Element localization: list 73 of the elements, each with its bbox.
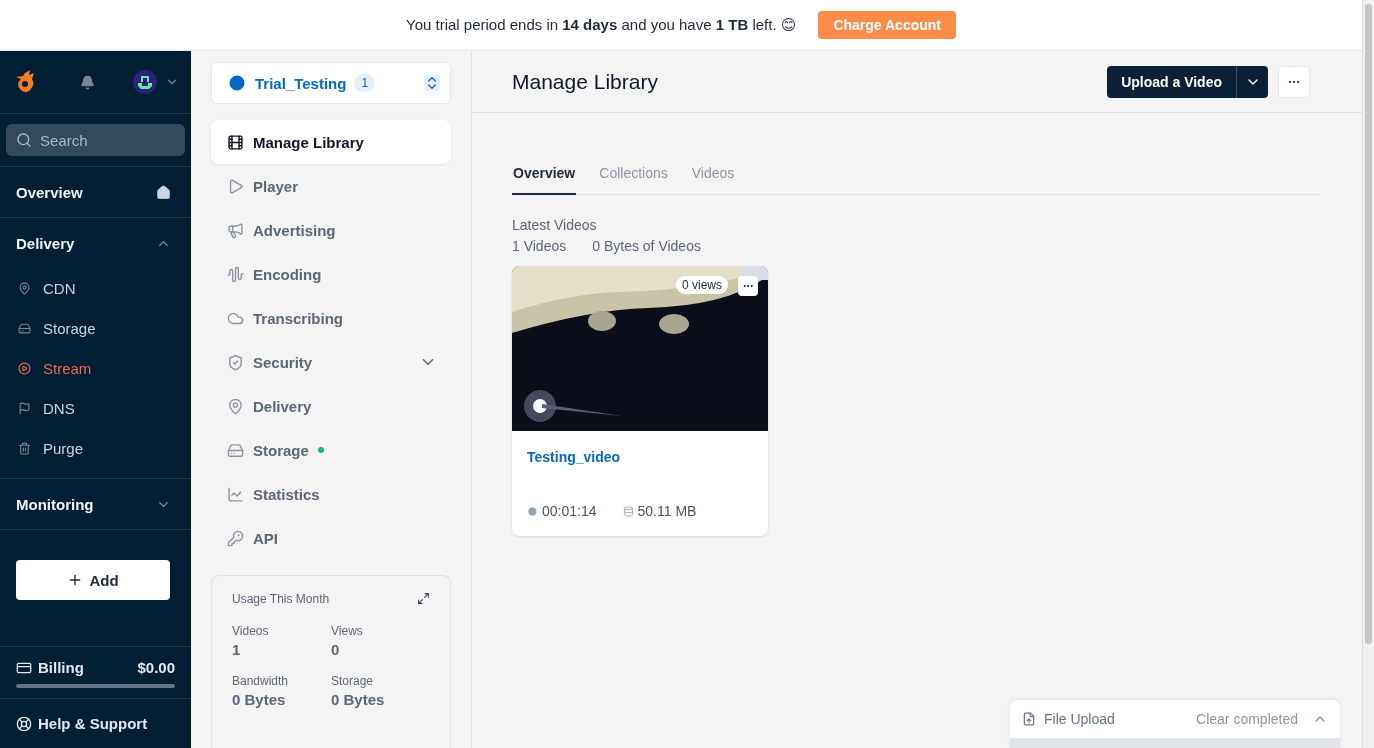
trial-message: You trial period ends in 14 days and you have 1 TB left. 😊 [406,16,797,34]
nav-section[interactable]: Overview [0,166,191,217]
panel-title: File Upload [1044,711,1115,727]
more-button[interactable] [738,276,758,296]
billing-amount: $0.00 [137,659,175,676]
help-link[interactable]: Help & Support [0,698,191,748]
map-pin-icon [227,397,244,415]
upload-video-button[interactable]: Upload a Video [1107,65,1236,98]
nav-section[interactable]: Monitoring [0,478,191,529]
search-field[interactable]: Search [6,124,185,156]
nav-item[interactable]: Stream [0,348,191,388]
stat-label: Storage [331,674,375,688]
menu-item[interactable]: Security [211,340,451,384]
menu-item[interactable]: Manage Library [211,120,451,164]
shield-icon [227,353,244,371]
menu-item[interactable]: Storage [211,428,451,472]
menu-item[interactable]: API [211,516,451,560]
nav-item[interactable]: CDN [0,268,191,308]
stat-label: Videos [232,624,270,638]
avatar-icon[interactable] [133,70,157,94]
bell-icon[interactable] [80,74,95,90]
waveform-icon [227,265,244,283]
clear-completed-button[interactable]: Clear completed [1190,710,1304,728]
film-icon [227,133,244,151]
video-count: 1 Videos [512,238,567,254]
library-selector[interactable]: Trial_Testing 1 [211,62,451,104]
add-button[interactable]: Add [16,560,170,600]
usage-title: Usage This Month [232,592,330,606]
tab[interactable]: Videos [690,161,736,195]
billing-link[interactable]: Billing [16,659,84,676]
nav-item[interactable]: DNS [0,388,191,428]
menu-item[interactable]: Transcribing [211,296,451,340]
drive-icon [18,321,31,335]
key-icon [227,529,244,547]
menu-item[interactable]: Player [211,164,451,208]
video-card[interactable]: 0 views Testing_video 00:01:14 50.11 MB [512,266,768,536]
stat-label: Bandwidth [232,674,290,688]
stat-value: 0 [331,641,341,658]
menu-item[interactable]: Delivery [211,384,451,428]
duration: 00:01:14 [527,503,597,519]
megaphone-icon [227,221,244,239]
expand-icon[interactable] [417,592,430,605]
menu-item[interactable]: Advertising [211,208,451,252]
line-chart-icon [227,485,244,503]
stat-value: 0 Bytes [232,691,287,708]
section-title: Latest Videos [512,217,598,233]
drive-icon [227,441,244,459]
video-title[interactable]: Testing_video [527,449,753,465]
stat-value: 0 Bytes [331,691,386,708]
stat-value: 1 [232,641,242,658]
home-icon [156,184,171,200]
views-badge: 0 views [676,276,728,294]
file-icon [1022,712,1036,726]
play-icon [227,177,244,195]
nav-section[interactable]: Delivery [0,217,191,268]
page-title: Manage Library [512,69,659,94]
trash-icon [18,441,31,455]
menu-item[interactable]: Encoding [211,252,451,296]
menu-item[interactable]: Statistics [211,472,451,516]
nav-item[interactable]: Purge [0,428,191,468]
nav-item[interactable]: Storage [0,308,191,348]
map-pin-icon [18,281,31,295]
bytes-count: 0 Bytes of Videos [592,238,701,254]
search-icon [16,132,32,148]
file-size: 50.11 MB [622,503,697,519]
updown-icon [424,75,440,91]
database-icon [622,505,634,517]
lifebuoy-icon [16,715,32,732]
tab[interactable]: Overview [512,161,577,195]
flag-icon [18,401,31,415]
tab[interactable]: Collections [598,161,669,195]
count-badge: 1 [354,74,376,92]
stat-label: Views [331,624,364,638]
